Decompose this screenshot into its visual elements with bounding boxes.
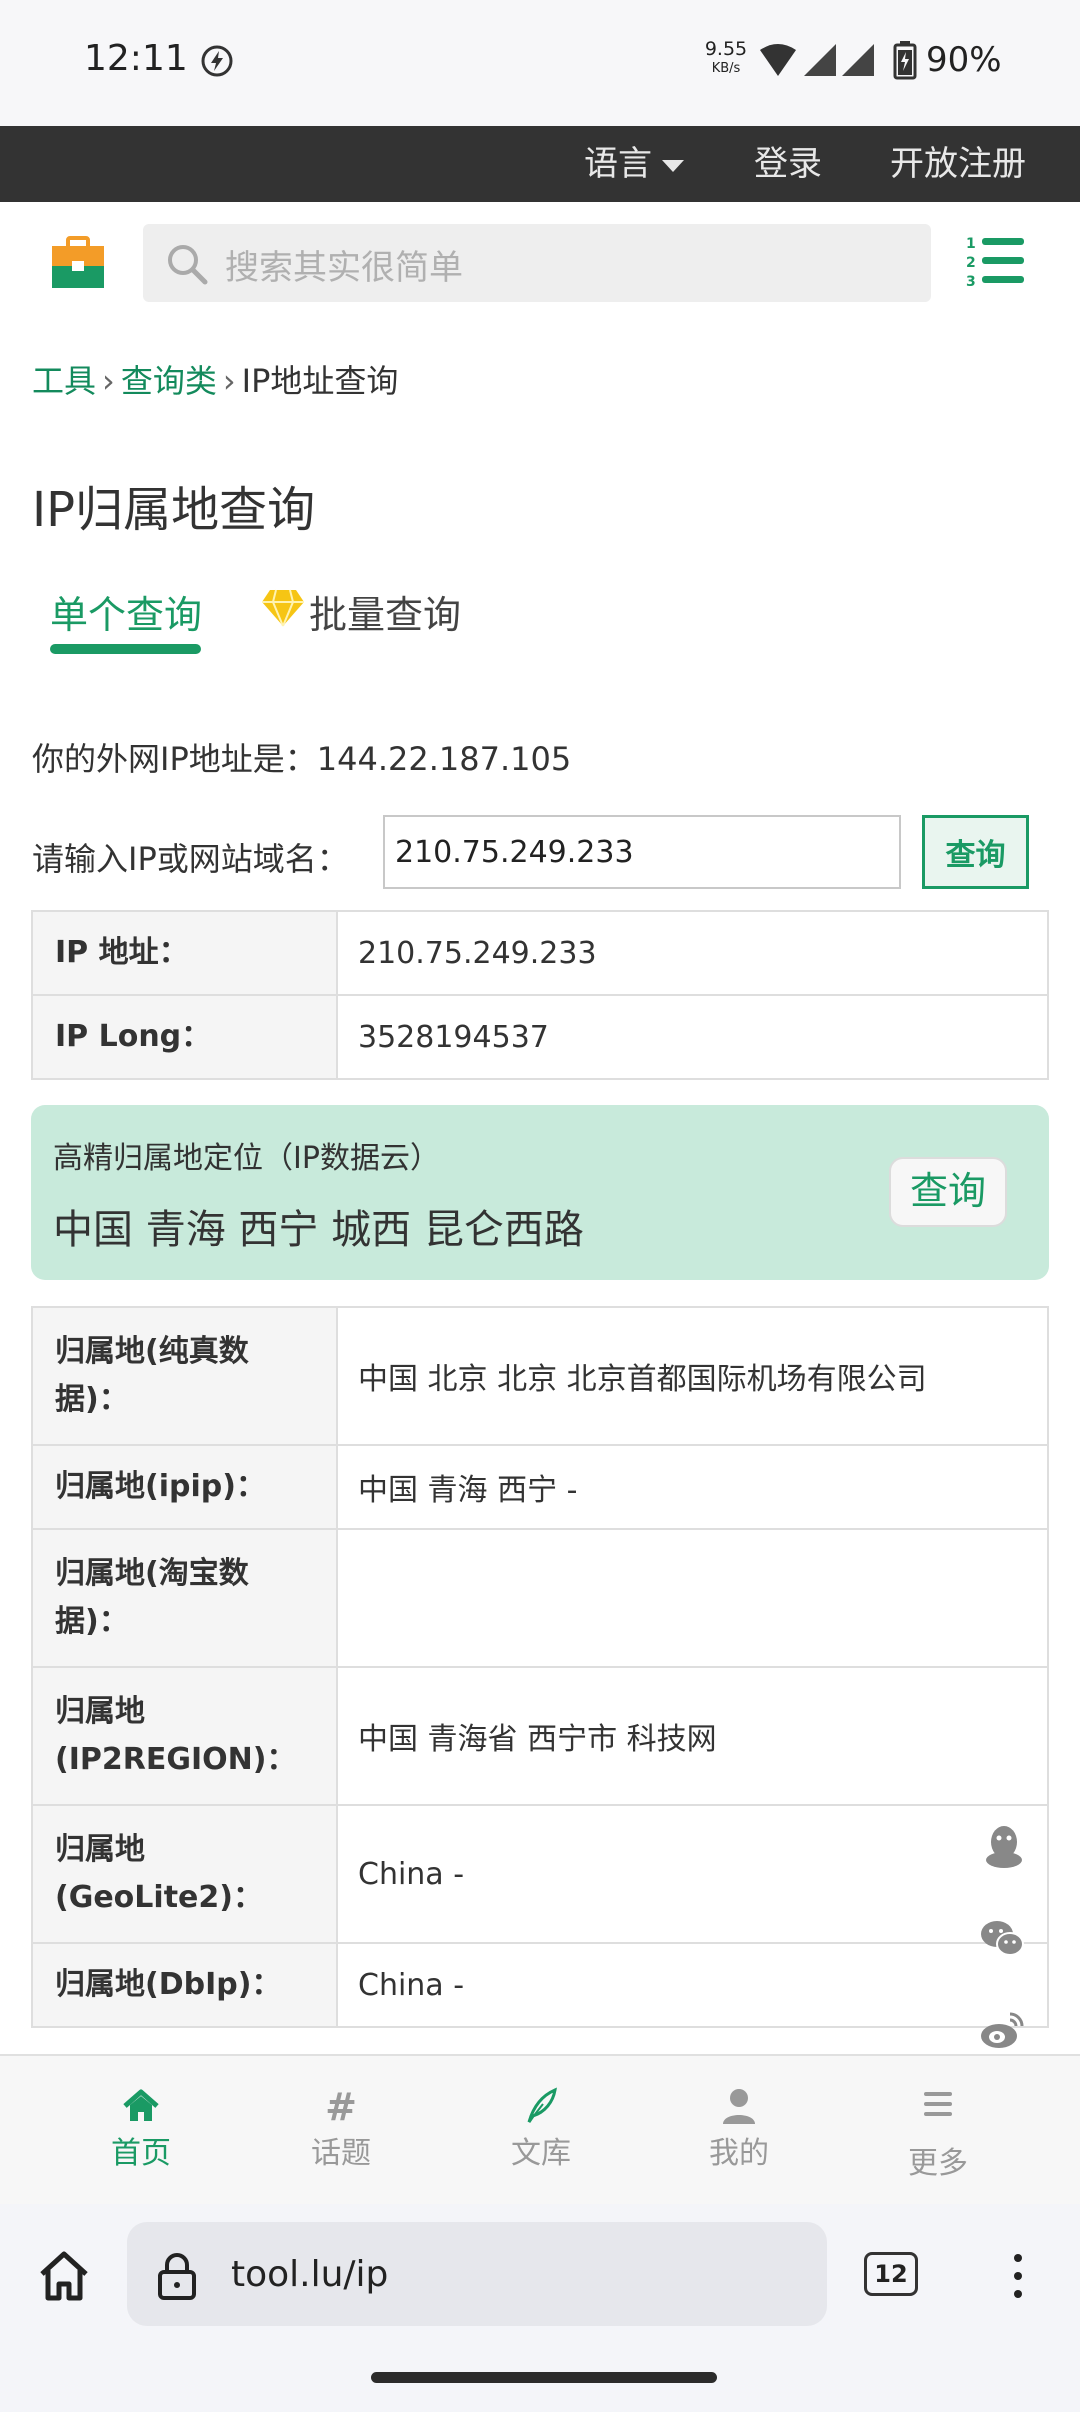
quill-icon (527, 2087, 557, 2123)
table-row: IP 地址： 210.75.249.233 (31, 910, 1049, 996)
location-value: China - (336, 1804, 1049, 1944)
active-tab-indicator (50, 644, 201, 654)
search-bar[interactable]: 搜索其实很简单 (143, 224, 931, 302)
numbered-list-icon[interactable]: 1 2 3 (966, 234, 1026, 288)
nav-more[interactable]: 更多 (838, 2056, 1038, 2206)
svg-text:#: # (325, 2086, 357, 2126)
precise-query-button[interactable]: 查询 (889, 1157, 1007, 1227)
browser-home-icon[interactable] (36, 2248, 92, 2304)
data-saver-icon (201, 45, 233, 77)
wechat-icon[interactable] (978, 1914, 1026, 1962)
address-bar[interactable]: tool.lu/ip (127, 2222, 827, 2326)
ip-long-key: IP Long： (31, 994, 338, 1080)
tab-batch-query[interactable]: 批量查询 (309, 584, 461, 639)
wifi-icon (760, 44, 796, 76)
location-key: 归属地(淘宝数据)： (31, 1528, 338, 1668)
signal-icons (760, 44, 874, 76)
table-row: 归属地(DbIp)： China - (31, 1942, 1049, 2028)
battery-icon (893, 41, 917, 80)
weibo-icon[interactable] (978, 2006, 1026, 2054)
diamond-icon (262, 589, 304, 627)
cell-signal-icon (804, 44, 836, 76)
my-ip-value: 144.22.187.105 (316, 740, 572, 778)
search-icon (168, 245, 208, 285)
top-nav-bar: 语言 登录 开放注册 (0, 126, 1080, 202)
location-table: 归属地(纯真数据)： 中国 北京 北京 北京首都国际机场有限公司 归属地(ipi… (31, 1306, 1049, 2028)
gesture-handle[interactable] (371, 2372, 717, 2383)
location-key: 归属地(纯真数据)： (31, 1306, 338, 1446)
nav-home[interactable]: 首页 (41, 2056, 241, 2206)
battery-percent: 90% (926, 40, 1002, 80)
svg-text:3: 3 (966, 274, 976, 288)
breadcrumb-current: IP地址查询 (241, 362, 399, 400)
table-row: 归属地(IP2REGION)： 中国 青海省 西宁市 科技网 (31, 1666, 1049, 1806)
qq-icon[interactable] (980, 1822, 1028, 1870)
precise-location-box: 高精归属地定位（IP数据云） 中国 青海 西宁 城西 昆仑西路 查询 (31, 1105, 1049, 1280)
tab-switcher-button[interactable]: 12 (864, 2252, 918, 2296)
lock-icon (158, 2253, 196, 2300)
table-row: 归属地(ipip)： 中国 青海 西宁 - (31, 1444, 1049, 1530)
table-row: 归属地(GeoLite2)： China - (31, 1804, 1049, 1944)
gesture-bar (0, 2344, 1080, 2412)
page-title: IP归属地查询 (32, 482, 316, 538)
login-link[interactable]: 登录 (754, 126, 822, 202)
my-ip-label: 你的外网IP地址是： (32, 740, 317, 778)
location-key: 归属地(ipip)： (31, 1444, 338, 1530)
location-value: China - (336, 1942, 1049, 2028)
menu-icon (924, 2092, 952, 2116)
table-row: 归属地(淘宝数据)： (31, 1528, 1049, 1668)
location-value: 中国 青海省 西宁市 科技网 (336, 1666, 1049, 1806)
search-placeholder: 搜索其实很简单 (225, 248, 463, 288)
query-button[interactable]: 查询 (922, 815, 1029, 889)
toolbox-logo-icon[interactable] (50, 236, 106, 290)
breadcrumb-tools[interactable]: 工具 (32, 362, 96, 400)
ip-info-table: IP 地址： 210.75.249.233 IP Long： 352819453… (31, 910, 1049, 1080)
ip-address-key: IP 地址： (31, 910, 338, 996)
ip-input[interactable] (383, 815, 901, 889)
home-icon (123, 2089, 159, 2121)
status-bar: 12:11 9.55 KB/s 90% (0, 0, 1080, 126)
bottom-nav: 首页 # 话题 文库 我的 更多 (0, 2054, 1080, 2204)
nav-topics[interactable]: # 话题 (241, 2056, 441, 2206)
nav-mine[interactable]: 我的 (639, 2056, 839, 2206)
language-dropdown[interactable]: 语言 (584, 126, 684, 202)
svg-text:1: 1 (966, 236, 976, 252)
nav-library[interactable]: 文库 (441, 2056, 641, 2206)
location-key: 归属地(IP2REGION)： (31, 1666, 338, 1806)
url-text: tool.lu/ip (231, 2254, 389, 2295)
precise-location-value: 中国 青海 西宁 城西 昆仑西路 (53, 1207, 584, 1253)
location-key: 归属地(GeoLite2)： (31, 1804, 338, 1944)
register-link[interactable]: 开放注册 (890, 126, 1026, 202)
status-time: 12:11 (84, 38, 188, 79)
ip-address-value: 210.75.249.233 (336, 910, 1049, 996)
tab-single-query[interactable]: 单个查询 (50, 584, 202, 639)
site-header: 搜索其实很简单 1 2 3 (0, 202, 1080, 320)
breadcrumb: 工具 › 查询类 › IP地址查询 (32, 362, 399, 400)
user-icon (723, 2089, 755, 2124)
network-speed: 9.55 KB/s (704, 38, 748, 76)
hash-icon: # (325, 2086, 357, 2126)
table-row: IP Long： 3528194537 (31, 994, 1049, 1080)
svg-text:2: 2 (966, 255, 976, 271)
my-ip-line: 你的外网IP地址是：144.22.187.105 (32, 734, 571, 780)
table-row: 归属地(纯真数据)： 中国 北京 北京 北京首都国际机场有限公司 (31, 1306, 1049, 1446)
query-label: 请输入IP或网站域名： (32, 840, 349, 878)
location-key: 归属地(DbIp)： (31, 1942, 338, 2028)
caret-down-icon (662, 159, 684, 172)
ip-long-value: 3528194537 (336, 994, 1049, 1080)
more-vert-icon[interactable] (1000, 2248, 1036, 2304)
cell-signal-icon (842, 44, 874, 76)
breadcrumb-query[interactable]: 查询类 (121, 362, 217, 400)
location-value (336, 1528, 1049, 1668)
location-value: 中国 青海 西宁 - (336, 1444, 1049, 1530)
location-value: 中国 北京 北京 北京首都国际机场有限公司 (336, 1306, 1049, 1446)
browser-toolbar: tool.lu/ip 12 (0, 2204, 1080, 2344)
precise-location-title: 高精归属地定位（IP数据云） (53, 1141, 440, 1176)
